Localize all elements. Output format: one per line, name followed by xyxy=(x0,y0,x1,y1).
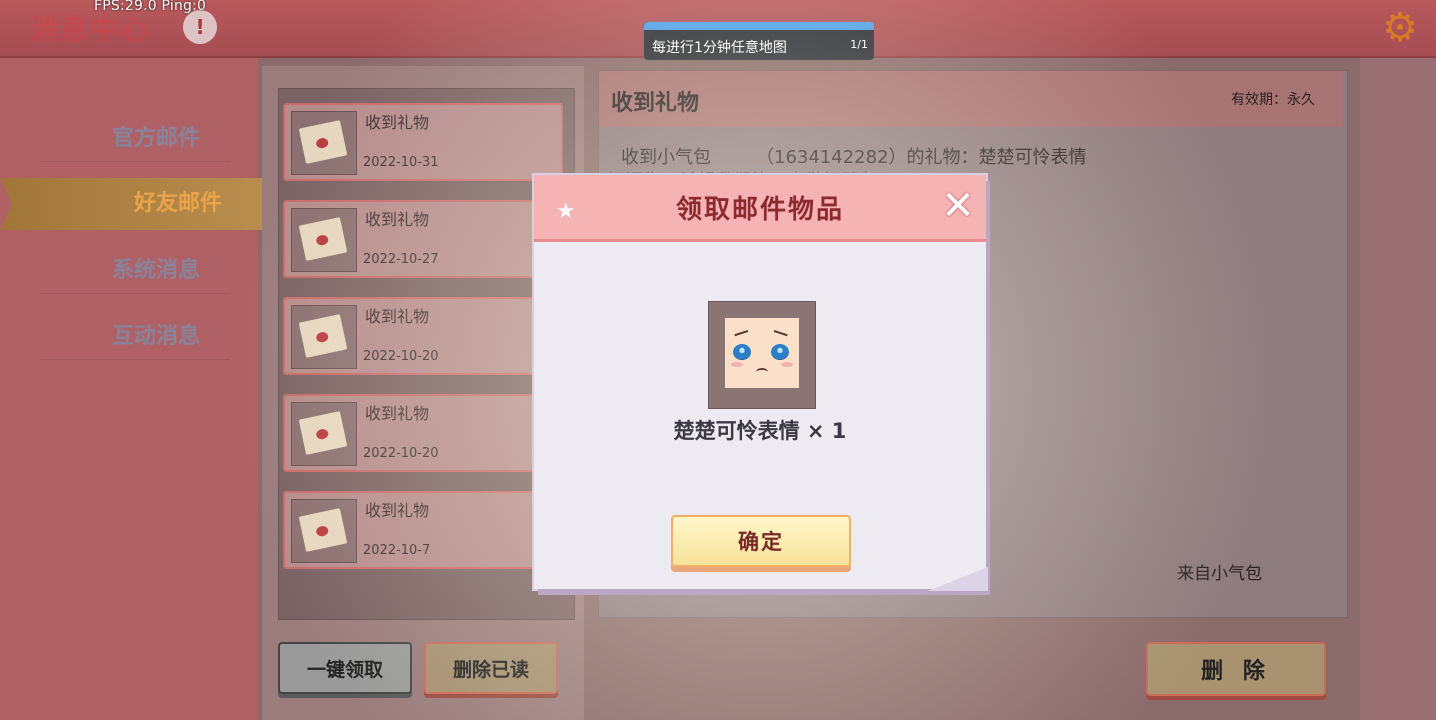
mail-title: 收到礼物 xyxy=(365,210,430,229)
claim-items-dialog: ★ 领取邮件物品 ✕ 楚楚可怜表情 × 1 确定 xyxy=(534,175,988,591)
mail-title: 收到礼物 xyxy=(365,501,430,520)
mail-title: 收到礼物 xyxy=(365,307,430,326)
dialog-header: ★ 领取邮件物品 ✕ xyxy=(534,175,986,242)
mail-thumbnail xyxy=(291,305,357,369)
mail-thumbnail xyxy=(291,499,357,563)
mail-title: 收到礼物 xyxy=(365,113,430,132)
delete-button[interactable]: 删 除 xyxy=(1146,642,1326,696)
list-item[interactable]: 收到礼物 2022-10-20 xyxy=(283,297,563,375)
face-mouth xyxy=(756,368,768,376)
face-brow-left xyxy=(734,329,750,341)
sidebar-item-friend-mail[interactable]: 好友邮件 xyxy=(0,178,266,230)
sidebar-item-official-mail[interactable]: 官方邮件 xyxy=(40,116,230,162)
mail-list[interactable]: 收到礼物 2022-10-31 收到礼物 2022-10-27 收到礼物 202… xyxy=(278,88,575,620)
item-name: 楚楚可怜表情 × 1 xyxy=(673,419,847,443)
gear-icon[interactable]: ⚙ xyxy=(1380,8,1420,48)
envelope-icon xyxy=(298,508,348,552)
delete-read-button[interactable]: 删除已读 xyxy=(424,642,558,694)
close-icon[interactable]: ✕ xyxy=(938,186,978,227)
sidebar-item-interaction-messages[interactable]: 互动消息 xyxy=(40,314,230,360)
notice-icon[interactable]: ! xyxy=(183,10,217,44)
mail-thumbnail xyxy=(291,402,357,466)
pitiful-expression-icon xyxy=(725,318,799,388)
mail-date: 2022-10-27 xyxy=(363,252,439,267)
mail-title: 收到礼物 xyxy=(365,404,430,423)
fps-readout: FPS:29.0 Ping:0 xyxy=(94,0,207,14)
envelope-icon xyxy=(298,314,348,358)
mail-date: 2022-10-20 xyxy=(363,349,439,364)
list-item[interactable]: 收到礼物 2022-10-20 xyxy=(283,394,563,472)
quest-progress-bar xyxy=(644,22,874,30)
mail-thumbnail xyxy=(291,208,357,272)
detail-body: 收到小气包 （1634142282）的礼物：楚楚可怜表情 xyxy=(621,147,1087,168)
quest-text: 每进行1分钟任意地图 xyxy=(652,40,787,56)
face-blush-left xyxy=(731,362,743,367)
detail-header: 收到礼物 有效期：永久 xyxy=(599,71,1343,127)
list-item[interactable]: 收到礼物 2022-10-27 xyxy=(283,200,563,278)
mail-date: 2022-10-31 xyxy=(363,155,439,170)
detail-sender: 来自小气包 xyxy=(1177,564,1262,584)
dialog-title: 领取邮件物品 xyxy=(675,195,844,225)
sidebar: 官方邮件 好友邮件 系统消息 互动消息 xyxy=(0,58,266,720)
face-eye-left xyxy=(733,344,751,360)
page-fold-decor xyxy=(928,567,988,591)
mail-date: 2022-10-7 xyxy=(363,543,431,558)
mail-thumbnail xyxy=(291,111,357,175)
face-eye-right xyxy=(771,344,789,360)
confirm-button[interactable]: 确定 xyxy=(671,515,851,567)
right-decor-strip xyxy=(1360,58,1436,720)
face-blush-right xyxy=(781,362,793,367)
item-icon-frame xyxy=(708,301,816,409)
face-brow-right xyxy=(772,329,788,341)
detail-title: 收到礼物 xyxy=(611,91,700,116)
sidebar-item-system-messages[interactable]: 系统消息 xyxy=(40,248,230,294)
claim-all-button[interactable]: 一键领取 xyxy=(278,642,412,694)
mail-date: 2022-10-20 xyxy=(363,446,439,461)
quest-count: 1/1 xyxy=(850,38,868,51)
envelope-icon xyxy=(298,120,348,164)
envelope-icon xyxy=(298,411,348,455)
list-item[interactable]: 收到礼物 2022-10-7 xyxy=(283,491,563,569)
page-title: 消息中心 xyxy=(30,13,151,46)
list-item[interactable]: 收到礼物 2022-10-31 xyxy=(283,103,563,181)
quest-tracker[interactable]: 每进行1分钟任意地图 1/1 xyxy=(644,22,874,60)
detail-validity: 有效期：永久 xyxy=(1231,92,1315,108)
envelope-icon xyxy=(298,217,348,261)
